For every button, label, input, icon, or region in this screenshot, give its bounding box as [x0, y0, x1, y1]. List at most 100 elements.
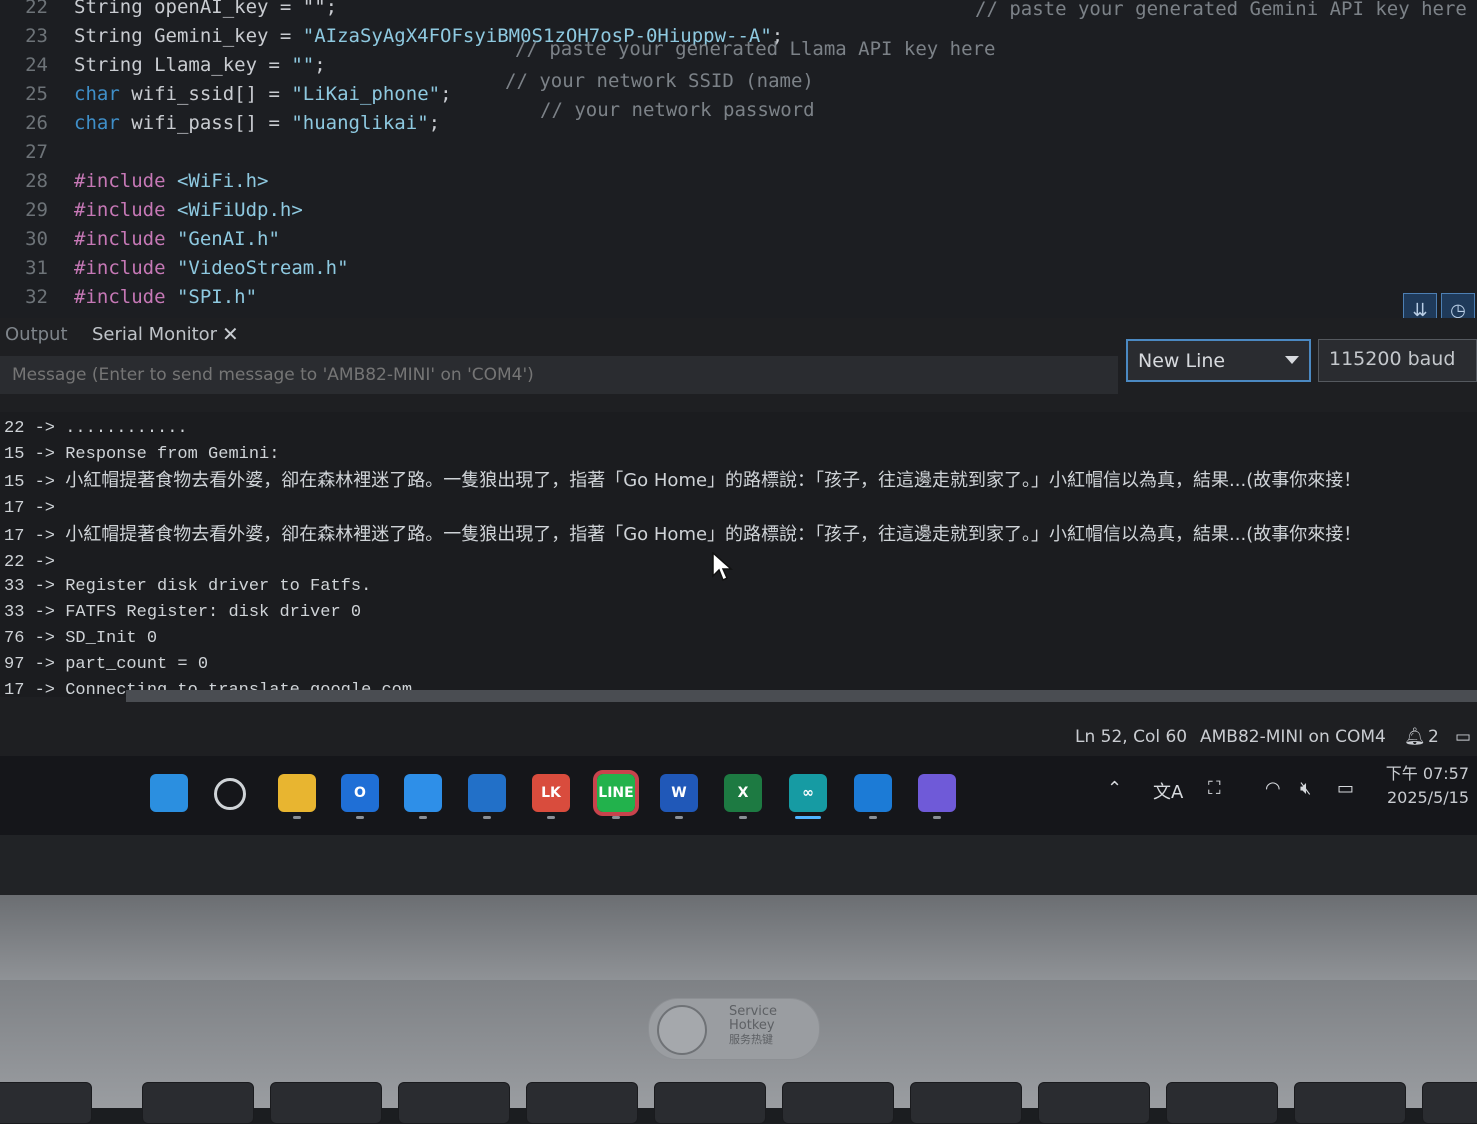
- wifi-icon[interactable]: ◠: [1265, 778, 1281, 799]
- code-token: #include: [74, 228, 166, 250]
- code-line[interactable]: 25 char wifi_ssid[] = "LiKai_phone";: [0, 80, 451, 109]
- serial-line-prefix: 22 ->: [4, 553, 66, 572]
- code-line[interactable]: 29 #include <WiFiUdp.h>: [0, 196, 303, 225]
- service-label-en-2: Hotkey: [729, 1018, 775, 1033]
- line-number: 23: [25, 25, 48, 47]
- input-method-icon[interactable]: 文A: [1153, 778, 1183, 804]
- search-icon[interactable]: [214, 778, 246, 810]
- running-indicator: [356, 816, 364, 819]
- code-token: ;: [428, 112, 441, 134]
- code-token: #include: [74, 286, 166, 308]
- notification-bell-icon[interactable]: 🔔︎: [1404, 727, 1426, 747]
- code-token: wifi_pass[] =: [119, 112, 292, 134]
- serial-line-text: FATFS Register: disk driver 0: [65, 603, 362, 622]
- tab-output[interactable]: Output: [5, 324, 68, 345]
- photos-icon[interactable]: [468, 774, 506, 812]
- keyboard-key: [142, 1082, 254, 1124]
- message-bar: [0, 356, 1118, 394]
- layout-panel-icon[interactable]: ▭: [1455, 727, 1471, 747]
- running-indicator: [675, 816, 683, 819]
- horizontal-scrollbar[interactable]: [126, 690, 1477, 702]
- line-number: 32: [25, 286, 48, 308]
- code-token: String Gemini_key =: [74, 25, 303, 47]
- tab-serial-monitor[interactable]: Serial Monitor: [92, 324, 217, 345]
- line-icon[interactable]: LINE: [593, 770, 639, 816]
- serial-line: 97 -> part_count = 0: [4, 652, 208, 678]
- cursor-position[interactable]: Ln 52, Col 60: [1075, 727, 1187, 747]
- code-line[interactable]: 28 #include <WiFi.h>: [0, 167, 268, 196]
- running-indicator: [419, 816, 427, 819]
- line-number: 31: [25, 257, 48, 279]
- code-line[interactable]: 31 #include "VideoStream.h": [0, 254, 348, 283]
- code-token: char: [74, 112, 120, 134]
- volume-muted-icon[interactable]: 🔇︎: [1300, 778, 1311, 799]
- code-line[interactable]: 26 char wifi_pass[] = "huanglikai";: [0, 109, 440, 138]
- code-token: char: [74, 83, 120, 105]
- line-ending-select[interactable]: New Line: [1126, 339, 1311, 382]
- code-comment: // your network SSID (name): [505, 70, 814, 92]
- code-token: ;: [314, 54, 326, 76]
- code-token: wifi_ssid[] =: [119, 83, 292, 105]
- code-comment: // paste your generated Gemini API key h…: [975, 0, 1467, 20]
- serial-line-prefix: 22 ->: [4, 419, 66, 438]
- serial-line: 17 -> 小紅帽提著食物去看外婆，卻在森林裡迷了路。一隻狼出現了，指著「Go …: [4, 522, 1361, 548]
- code-token: <WiFiUdp.h>: [165, 199, 303, 221]
- line-ending-value: New Line: [1138, 350, 1226, 372]
- keyboard-key: [526, 1082, 638, 1124]
- service-label-en: Service: [729, 1004, 778, 1019]
- serial-line: 15 -> Response from Gemini:: [4, 442, 279, 468]
- arduino-ide-icon[interactable]: ∞: [789, 774, 827, 812]
- code-token: "": [291, 54, 315, 76]
- battery-icon[interactable]: ▭: [1337, 778, 1354, 799]
- laptop-hinge: [0, 895, 1477, 980]
- sync-app-icon[interactable]: [404, 774, 442, 812]
- keyboard-key: [910, 1082, 1022, 1124]
- keyboard-key: [1294, 1082, 1406, 1124]
- code-line[interactable]: 24 String Llama_key = "";: [0, 51, 326, 80]
- serial-line: 33 -> FATFS Register: disk driver 0: [4, 600, 361, 626]
- code-token: #include: [74, 170, 166, 192]
- taskbar: ⌃ 文A ⛶ ◠ 🔇︎ ▭ 下午 07:57 2025/5/15 O LK LINE…: [0, 756, 1477, 835]
- running-indicator: [547, 816, 555, 819]
- code-line[interactable]: 27: [0, 138, 74, 167]
- serial-message-input[interactable]: [10, 364, 1014, 386]
- serial-line-prefix: 15 ->: [4, 473, 66, 492]
- serial-line-text: part_count = 0: [65, 655, 209, 674]
- running-indicator: [795, 816, 821, 819]
- keyboard-key: [1166, 1082, 1278, 1124]
- serial-line: 22 -> ............: [4, 416, 188, 442]
- keyboard-key: [270, 1082, 382, 1124]
- code-line[interactable]: 30 #include "GenAI.h": [0, 225, 280, 254]
- service-hotkey[interactable]: Service Hotkey 服务热键: [648, 998, 820, 1060]
- language-icon[interactable]: ⛶: [1208, 778, 1221, 799]
- line-number: 29: [25, 199, 48, 221]
- outlook-icon[interactable]: O: [341, 774, 379, 812]
- windows-start-icon[interactable]: [150, 774, 188, 812]
- file-explorer-icon[interactable]: [278, 774, 316, 812]
- serial-line-prefix: 33 ->: [4, 577, 66, 596]
- line-number: 26: [25, 112, 48, 134]
- clock-time: 下午 07:57: [1385, 764, 1469, 783]
- running-indicator: [869, 816, 877, 819]
- chrome-icon[interactable]: LK: [532, 774, 570, 812]
- clock-date: 2025/5/15: [1386, 788, 1469, 807]
- code-token: #include: [74, 257, 166, 279]
- serial-output[interactable]: 22 -> ............ 15 -> Response from Ge…: [0, 412, 1477, 697]
- code-token: <WiFi.h>: [165, 170, 269, 192]
- excel-icon[interactable]: X: [724, 774, 762, 812]
- keyboard-key: [1422, 1082, 1477, 1124]
- edge-icon[interactable]: [854, 774, 892, 812]
- chevron-up-icon[interactable]: ⌃: [1107, 778, 1122, 799]
- keyboard-key: [782, 1082, 894, 1124]
- close-icon[interactable]: ✕: [222, 322, 239, 346]
- baud-rate-select[interactable]: 115200 baud: [1318, 339, 1477, 382]
- serial-line: 76 -> SD_Init 0: [4, 626, 157, 652]
- code-line[interactable]: 32 #include "SPI.h": [0, 283, 257, 312]
- word-icon[interactable]: W: [660, 774, 698, 812]
- board-port[interactable]: AMB82-MINI on COM4: [1200, 727, 1386, 747]
- code-line[interactable]: 22 String openAI_key = "";: [0, 0, 337, 22]
- clock[interactable]: 下午 07:57 2025/5/15: [1386, 762, 1469, 810]
- keyboard-key: [1038, 1082, 1150, 1124]
- zoom-lens-icon[interactable]: [918, 774, 956, 812]
- serial-line-prefix: 17 ->: [4, 527, 66, 546]
